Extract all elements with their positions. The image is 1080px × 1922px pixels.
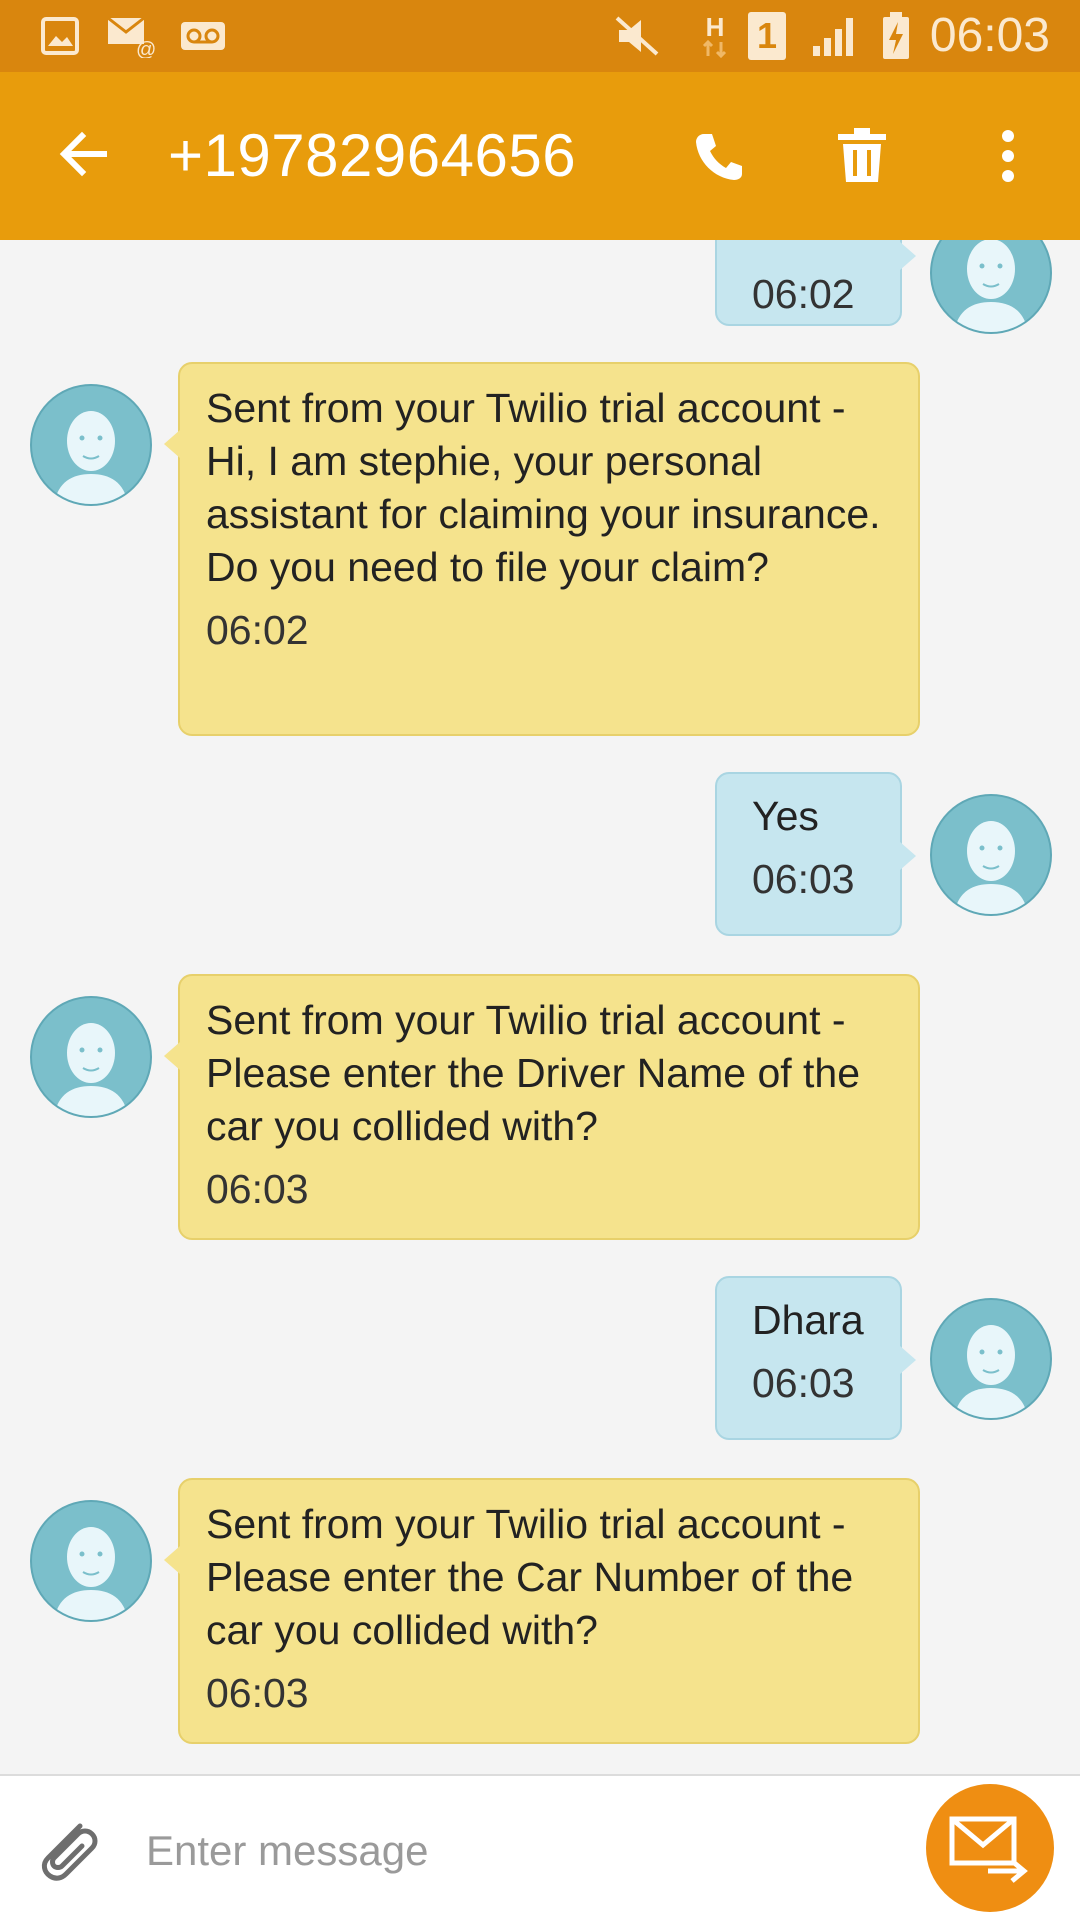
paperclip-icon[interactable]: [30, 1812, 106, 1888]
avatar[interactable]: [930, 1298, 1052, 1420]
data-arrows-icon: H: [698, 14, 732, 58]
message-time: 06:02: [752, 271, 855, 317]
message-thread[interactable]: 06:02 Sent from your Twilio trial accoun…: [0, 240, 1080, 1775]
message-row-incoming: Sent from your Twilio trial account - Hi…: [0, 362, 1080, 736]
message-row-incoming: Sent from your Twilio trial account - Pl…: [0, 1478, 1080, 1744]
message-time: 06:02: [206, 607, 309, 653]
incoming-bubble[interactable]: Sent from your Twilio trial account - Pl…: [164, 1478, 920, 1744]
message-row-outgoing: Yes 06:03: [0, 772, 1080, 942]
email-icon: @: [106, 14, 158, 58]
status-time: 06:03: [929, 9, 1050, 62]
message-text: Sent from your Twilio trial account - Hi…: [206, 385, 881, 590]
message-text: Sent from your Twilio trial account - Pl…: [206, 1501, 854, 1653]
outgoing-bubble[interactable]: 06:02: [715, 240, 916, 326]
message-row-incoming: Sent from your Twilio trial account - Pl…: [0, 974, 1080, 1240]
avatar[interactable]: [30, 996, 152, 1118]
avatar[interactable]: [930, 794, 1052, 916]
svg-text:@: @: [136, 39, 156, 58]
bubble-tail: [164, 1042, 180, 1070]
bubble-tail: [900, 242, 916, 270]
trash-icon[interactable]: [826, 120, 898, 192]
avatar[interactable]: [30, 384, 152, 506]
message-text: Yes: [752, 793, 819, 839]
sim-slot-label: 1: [756, 15, 778, 56]
bubble-tail: [164, 1546, 180, 1574]
bubble-tail: [900, 1346, 916, 1374]
bubble-tail: [164, 430, 180, 458]
message-text: Dhara: [752, 1297, 864, 1343]
send-message-icon[interactable]: [926, 1784, 1054, 1912]
message-text: Sent from your Twilio trial account - Pl…: [206, 997, 861, 1149]
sim-icon: 1: [748, 12, 786, 60]
network-type-label: H: [705, 12, 725, 42]
message-input[interactable]: [144, 1810, 908, 1892]
mute-icon: [612, 14, 662, 58]
message-time: 06:03: [752, 1360, 855, 1406]
message-composer: [0, 1774, 1080, 1922]
status-bar: @ H 1 06:03: [0, 0, 1080, 72]
bubble-tail: [900, 842, 916, 870]
voicemail-icon: [180, 14, 226, 58]
incoming-bubble[interactable]: Sent from your Twilio trial account - Pl…: [164, 974, 920, 1240]
battery-charging-icon: [880, 12, 912, 59]
back-arrow-icon[interactable]: [52, 122, 116, 186]
avatar[interactable]: [30, 1500, 152, 1622]
avatar[interactable]: [930, 240, 1052, 334]
outgoing-bubble[interactable]: Yes 06:03: [715, 772, 916, 936]
message-time: 06:03: [752, 856, 855, 902]
message-time: 06:03: [206, 1670, 309, 1716]
app-bar: +19782964656: [0, 72, 1080, 240]
incoming-bubble[interactable]: Sent from your Twilio trial account - Hi…: [164, 362, 920, 736]
outgoing-bubble[interactable]: Dhara 06:03: [715, 1276, 916, 1440]
message-time: 06:03: [206, 1166, 309, 1212]
gallery-icon: [38, 14, 82, 58]
contact-title: +19782964656: [168, 122, 577, 189]
message-row-outgoing: Dhara 06:03: [0, 1276, 1080, 1446]
signal-icon: [810, 14, 862, 58]
overflow-menu-icon[interactable]: [972, 120, 1044, 192]
phone-icon[interactable]: [682, 120, 754, 192]
message-row-outgoing: 06:02: [0, 240, 1080, 350]
